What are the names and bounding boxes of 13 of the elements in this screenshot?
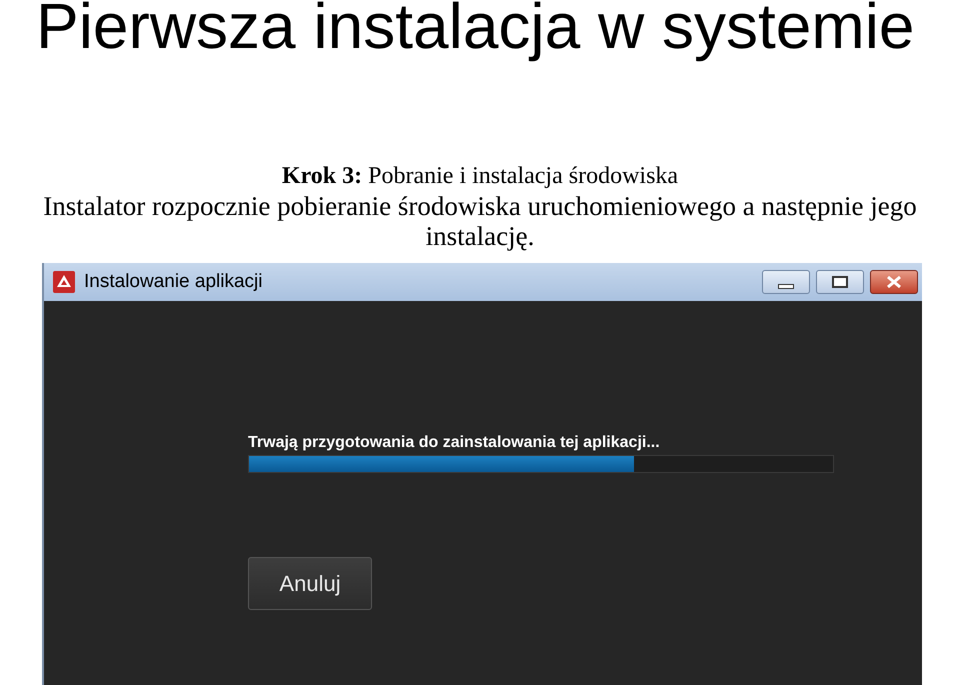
slide-title: Pierwsza instalacja w systemie: [36, 0, 916, 60]
close-button[interactable]: [870, 270, 918, 294]
step-description: Instalator rozpocznie pobieranie środowiska uruchomieniowego a następnie jego instalację.: [42, 191, 918, 251]
maximize-icon: [832, 276, 848, 288]
window-title: Instalowanie aplikacji: [84, 270, 262, 294]
status-text: Trwają przygotowania do zainstalowania tej aplikacji...: [248, 433, 661, 453]
maximize-button[interactable]: [816, 270, 864, 294]
step-heading: Krok 3: Pobranie i instalacja środowiska: [280, 162, 680, 191]
minimize-icon: [778, 284, 794, 288]
cancel-button[interactable]: Anuluj: [248, 557, 372, 610]
close-icon: [885, 275, 903, 289]
minimize-button[interactable]: [762, 270, 810, 294]
app-logo-icon: [52, 270, 76, 294]
